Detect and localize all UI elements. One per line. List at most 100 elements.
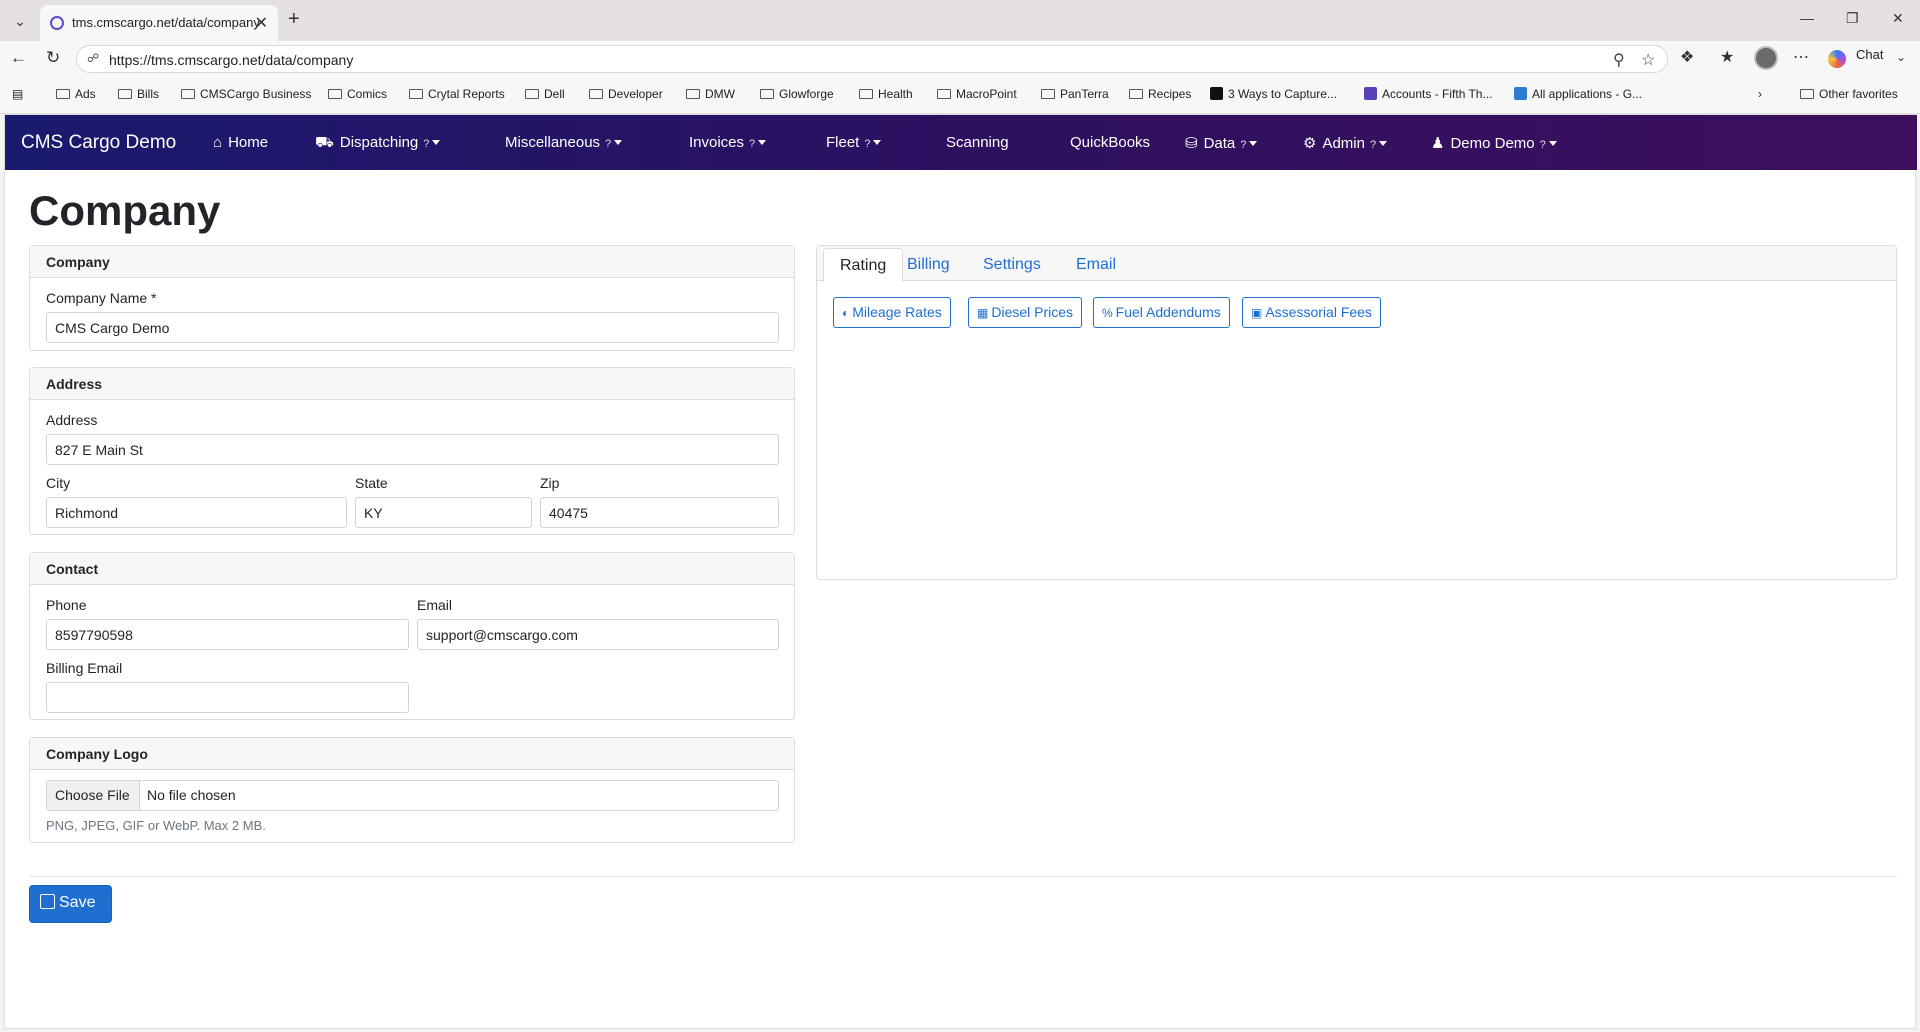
city-input[interactable] [46, 497, 347, 528]
chat-button[interactable]: Chat [1856, 47, 1883, 62]
fuel-pump-icon: ▦ [977, 306, 989, 320]
other-favorites[interactable]: Other favorites [1800, 87, 1898, 101]
more-options-icon[interactable]: ⋯ [1793, 47, 1809, 67]
bookmark-link[interactable]: Accounts - Fifth Th... [1364, 87, 1492, 101]
folder-icon [937, 89, 951, 99]
zip-label: Zip [540, 475, 560, 491]
card-header: Contact [30, 553, 794, 585]
bookmark-folder[interactable]: Bills [118, 87, 159, 101]
company-card: Company Company Name * [29, 245, 795, 351]
bookmark-folder[interactable]: PanTerra [1041, 87, 1109, 101]
phone-input[interactable] [46, 619, 409, 650]
bookmark-folder[interactable]: CMSCargo Business [181, 87, 311, 101]
tab-list-chevron-icon[interactable]: ⌄ [8, 10, 32, 32]
bookmark-link[interactable]: All applications - G... [1514, 87, 1642, 101]
dropdown-caret-icon [1548, 141, 1557, 146]
nav-miscellaneous[interactable]: Miscellaneous? [505, 134, 623, 151]
address-bar[interactable]: ☍ https://tms.cmscargo.net/data/company … [76, 45, 1668, 73]
assessorial-fees-button[interactable]: ▣ Assessorial Fees [1242, 297, 1381, 328]
choose-file-button[interactable]: Choose File [47, 781, 140, 810]
folder-icon [525, 89, 539, 99]
site-icon [1210, 87, 1223, 100]
site-info-icon[interactable]: ☍ [87, 51, 99, 65]
email-label: Email [417, 597, 453, 613]
bookmark-folder[interactable]: Glowforge [760, 87, 834, 101]
diesel-prices-button[interactable]: ▦ Diesel Prices [968, 297, 1083, 328]
contact-card: Contact Phone Email Billing Email [29, 552, 795, 720]
user-icon: ♟ [1431, 135, 1445, 152]
zip-input[interactable] [540, 497, 779, 528]
email-input[interactable] [417, 619, 779, 650]
bookmark-folder[interactable]: Comics [328, 87, 387, 101]
card-header: Company Logo [30, 738, 794, 770]
nav-data[interactable]: ⛁ Data? [1185, 134, 1258, 152]
tab-close-icon[interactable]: ✕ [255, 13, 268, 33]
tab-settings[interactable]: Settings [983, 256, 1041, 274]
nav-dispatching[interactable]: ⛟ Dispatching? [315, 134, 441, 153]
state-input[interactable] [355, 497, 532, 528]
nav-scanning[interactable]: Scanning [946, 134, 1009, 151]
bookmarks-overflow-chevron-icon[interactable]: › [1758, 87, 1762, 101]
bookmark-folder[interactable]: Crytal Reports [409, 87, 505, 101]
folder-icon [56, 89, 70, 99]
bookmark-folder[interactable]: MacroPoint [937, 87, 1017, 101]
logo-file-input[interactable]: Choose File No file chosen [46, 780, 779, 811]
address-input[interactable] [46, 434, 779, 465]
site-favicon-icon [50, 16, 64, 30]
dropdown-caret-icon [432, 140, 441, 145]
page-title: Company [29, 187, 221, 234]
dropdown-caret-icon [614, 140, 623, 145]
favorite-star-icon[interactable]: ☆ [1641, 50, 1655, 70]
bookmark-folder[interactable]: DMW [686, 87, 735, 101]
tabs-header: Rating Billing Settings Email [817, 246, 1896, 282]
mileage-rates-button[interactable]: ◐ Mileage Rates [833, 297, 951, 328]
bookmark-folder[interactable]: Ads [56, 87, 96, 101]
tab-email[interactable]: Email [1076, 256, 1116, 274]
back-arrow-icon[interactable]: ← [10, 48, 27, 68]
browser-tab-active[interactable]: tms.cmscargo.net/data/company ✕ [40, 5, 278, 41]
fuel-addendums-button[interactable]: % Fuel Addendums [1093, 297, 1230, 328]
refresh-icon[interactable]: ↻ [46, 48, 60, 68]
minimize-icon[interactable]: — [1800, 10, 1814, 26]
site-icon [1514, 87, 1527, 100]
dropdown-caret-icon [873, 140, 882, 145]
dropdown-caret-icon [1249, 141, 1258, 146]
nav-quickbooks[interactable]: QuickBooks [1070, 134, 1150, 151]
company-name-input[interactable] [46, 312, 779, 343]
tab-billing[interactable]: Billing [907, 256, 950, 274]
bookmark-folder[interactable]: Developer [589, 87, 663, 101]
nav-fleet[interactable]: Fleet? [826, 134, 882, 151]
chat-chevron-icon[interactable]: ⌄ [1896, 50, 1906, 64]
url-text: https://tms.cmscargo.net/data/company [109, 52, 354, 68]
phone-label: Phone [46, 597, 87, 613]
nav-admin[interactable]: ⚙ Admin? [1303, 134, 1388, 152]
nav-user[interactable]: ♟ Demo Demo? [1431, 134, 1557, 152]
card-header: Company [30, 246, 794, 278]
bookmarks-menu-icon[interactable]: ▤ [12, 87, 23, 101]
key-icon[interactable]: ⚲ [1613, 50, 1625, 70]
bookmark-folder[interactable]: Health [859, 87, 913, 101]
nav-invoices[interactable]: Invoices? [689, 134, 767, 151]
form-divider [29, 876, 1897, 877]
tab-rating[interactable]: Rating [823, 248, 904, 282]
folder-icon [181, 89, 195, 99]
bookmark-folder[interactable]: Dell [525, 87, 565, 101]
folder-icon [409, 89, 423, 99]
profile-avatar[interactable] [1754, 46, 1778, 70]
save-download-icon [40, 894, 55, 909]
dropdown-caret-icon [1379, 141, 1388, 146]
billing-email-input[interactable] [46, 682, 409, 713]
new-tab-plus-icon[interactable]: + [288, 8, 300, 31]
cash-icon: ▣ [1251, 306, 1263, 320]
bookmark-folder[interactable]: Recipes [1129, 87, 1191, 101]
top-navbar: CMS Cargo Demo ⌂ Home ⛟ Dispatching? Misce… [5, 115, 1917, 170]
favorites-icon[interactable]: ★ [1720, 47, 1734, 67]
extensions-icon[interactable]: ❖ [1680, 47, 1694, 67]
brand-link[interactable]: CMS Cargo Demo [21, 132, 176, 154]
nav-home[interactable]: ⌂ Home [213, 134, 268, 151]
copilot-icon [1828, 50, 1846, 68]
save-button[interactable]: Save [29, 885, 112, 923]
window-close-icon[interactable]: ✕ [1892, 10, 1904, 27]
bookmark-link[interactable]: 3 Ways to Capture... [1210, 87, 1337, 101]
restore-icon[interactable]: ❐ [1846, 10, 1859, 27]
